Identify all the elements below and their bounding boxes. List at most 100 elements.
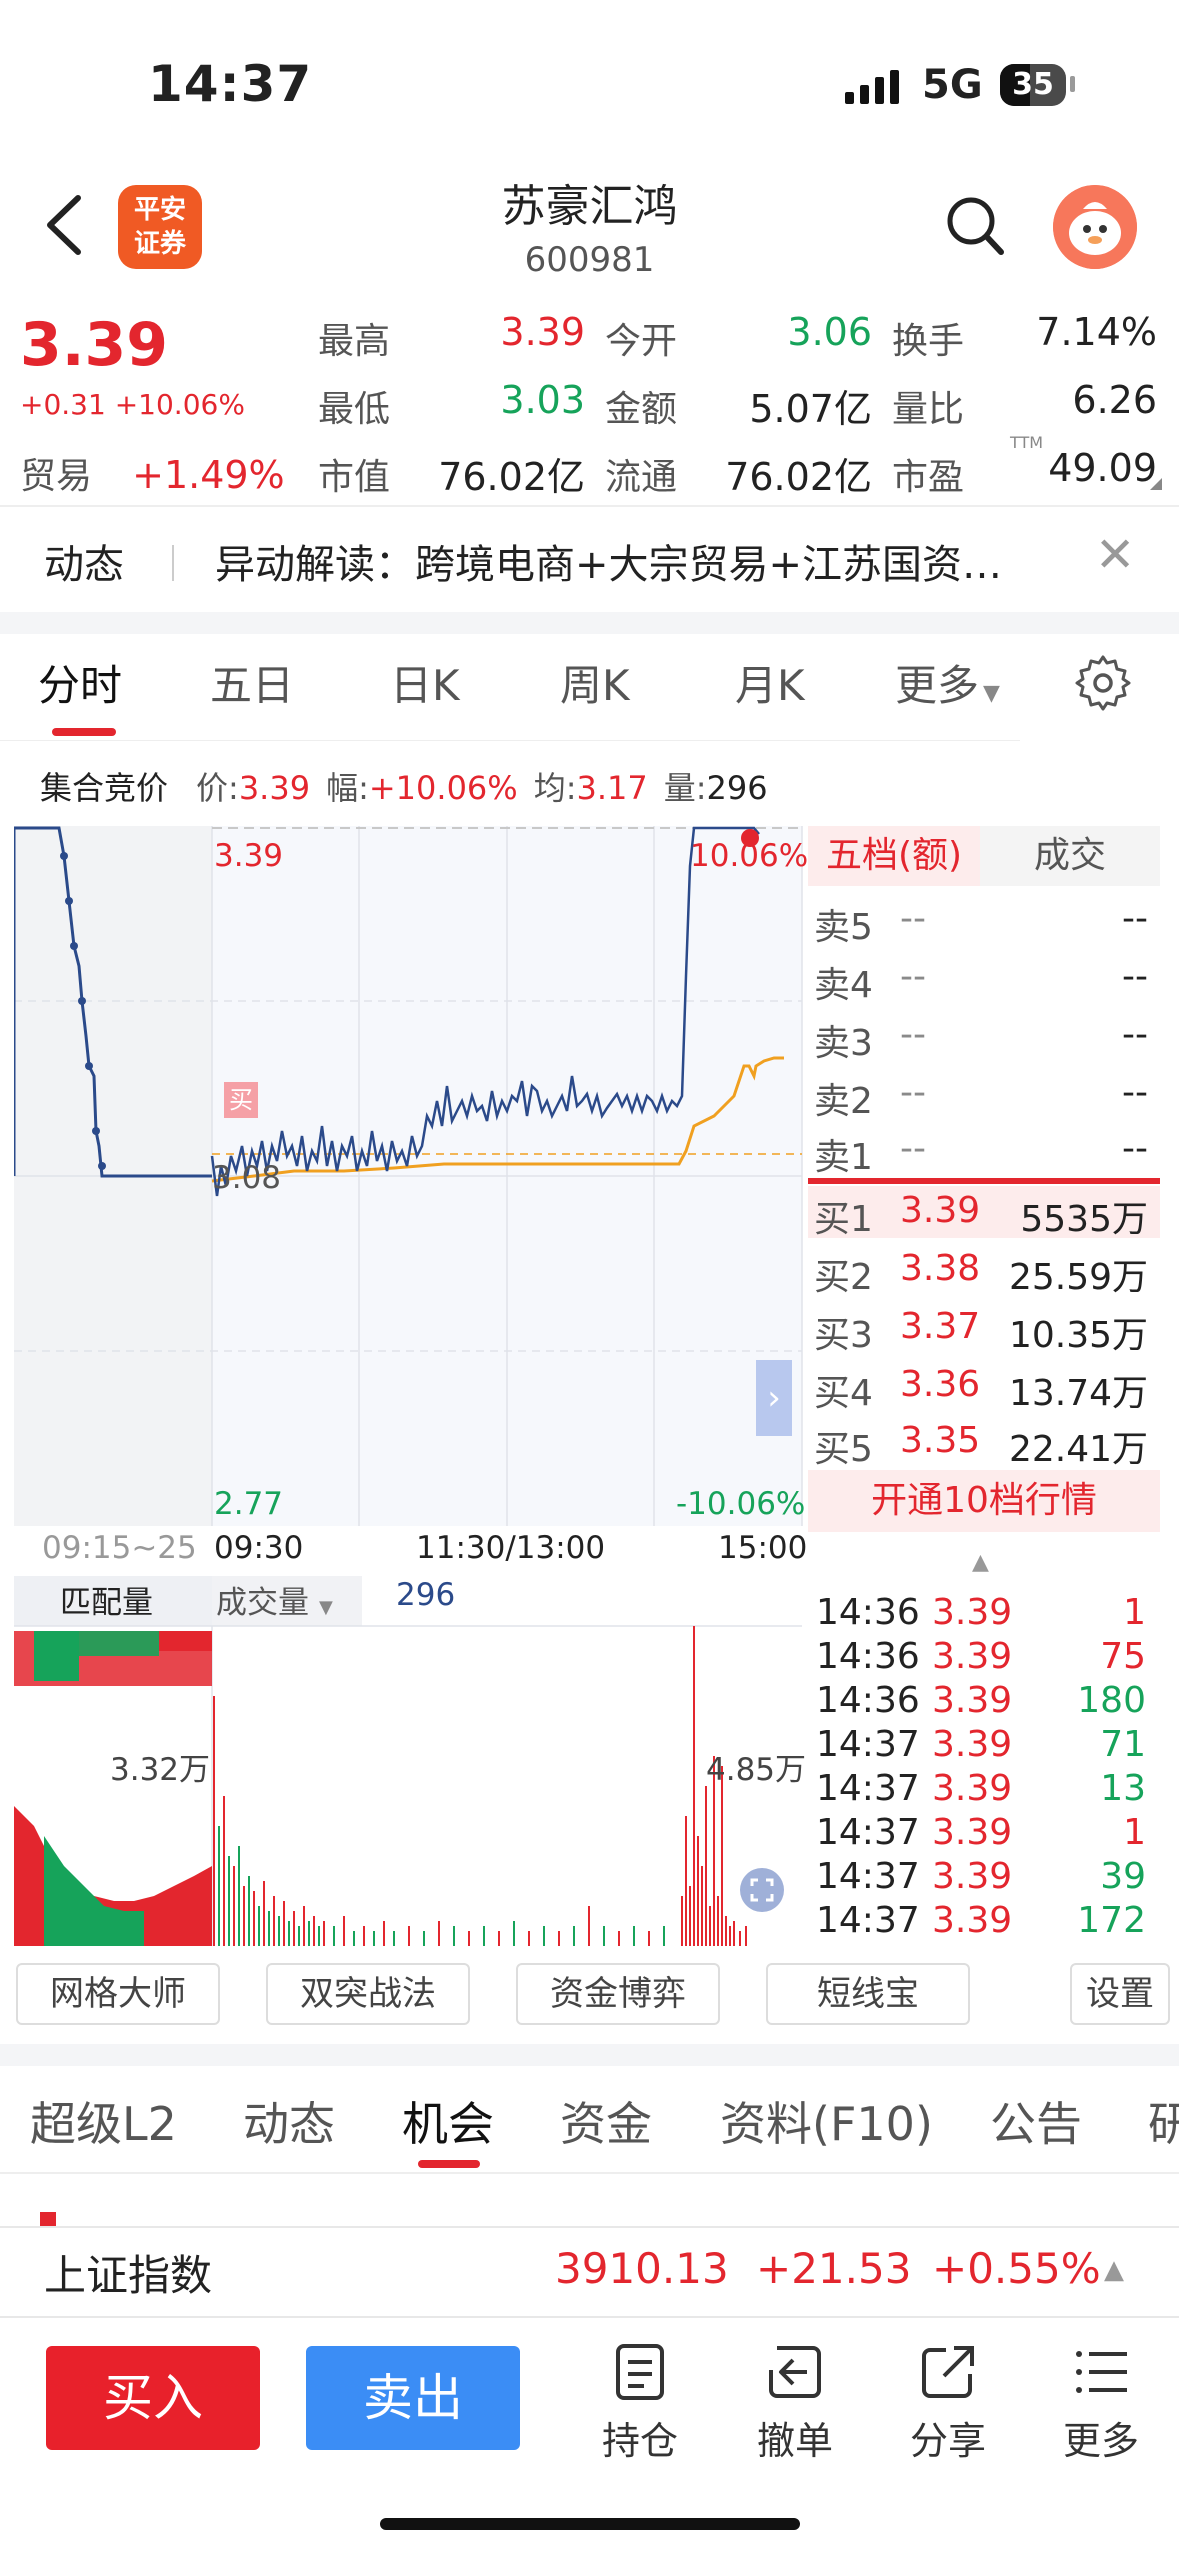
divider — [172, 545, 174, 581]
float-cap-label: 流通 — [605, 457, 678, 498]
tab-daily-k[interactable]: 日K — [390, 652, 460, 713]
volume-value: 296 — [396, 1577, 456, 1613]
tick-row: 14:37 3.39 1 — [808, 1812, 1160, 1856]
avg-label: 均: — [533, 769, 577, 807]
tick-price: 3.39 — [932, 1636, 1013, 1677]
tick-price: 3.39 — [932, 1592, 1013, 1633]
chart-bottom-price: 2.77 — [214, 1486, 284, 1522]
tick-vol: 71 — [1100, 1724, 1146, 1765]
ask-vol: -- — [1122, 1128, 1148, 1169]
index-pct: +0.55% — [932, 2244, 1101, 2293]
bid-price: 3.38 — [900, 1248, 981, 1289]
tab-underline — [52, 728, 116, 736]
tick-row: 14:36 3.39 1 — [808, 1592, 1160, 1636]
high-value: 3.39 — [500, 310, 585, 354]
close-icon[interactable]: ✕ — [1095, 527, 1135, 583]
ask-vol: -- — [1122, 1014, 1148, 1055]
gear-icon[interactable] — [1075, 655, 1131, 711]
ask-vol: -- — [1122, 1072, 1148, 1113]
vol-label: 量: — [663, 769, 707, 807]
bid-vol: 13.74万 — [1008, 1373, 1148, 1414]
buy-button[interactable]: 买入 — [46, 2346, 260, 2450]
tick-row: 14:37 3.39 13 — [808, 1768, 1160, 1812]
settings-button[interactable]: 设置 — [1070, 1963, 1170, 2025]
index-value: 3910.13 — [555, 2244, 729, 2293]
tab-five-level[interactable]: 五档(额) — [808, 826, 980, 886]
tab-news[interactable]: 动态 — [243, 2088, 335, 2154]
tab-opportunity[interactable]: 机会 — [402, 2088, 494, 2154]
volume-type-label: 成交量 — [216, 1585, 309, 1621]
tab-trades[interactable]: 成交 — [980, 826, 1160, 886]
capital-game-button[interactable]: 资金博弈 — [516, 1963, 720, 2025]
index-change: +21.53 — [756, 2244, 912, 2293]
bid-row: 买5 3.35 22.41万 — [808, 1414, 1160, 1472]
turnover-label: 换手 — [892, 321, 965, 362]
index-name: 上证指数 — [44, 2251, 213, 2300]
tab-announcements[interactable]: 公告 — [990, 2088, 1082, 2154]
more-button[interactable]: 更多 — [1046, 2340, 1156, 2465]
ask-row: 卖2 -- -- — [808, 1066, 1160, 1124]
ask-label: 卖1 — [814, 1137, 873, 1178]
divider — [0, 740, 1020, 741]
grid-master-button[interactable]: 网格大师 — [16, 1963, 220, 2025]
tab-intraday[interactable]: 分时 — [38, 652, 122, 713]
tab-super-l2[interactable]: 超级L2 — [30, 2088, 177, 2154]
cancel-order-button[interactable]: 撤单 — [740, 2340, 850, 2465]
pe-label: 市盈 — [892, 457, 965, 498]
tab-weekly-k[interactable]: 周K — [560, 652, 630, 713]
chart-top-pct: 10.06% — [690, 838, 809, 874]
holdings-button[interactable]: 持仓 — [585, 2340, 695, 2465]
home-indicator[interactable] — [380, 2518, 800, 2530]
chevron-down-icon: ▼ — [319, 1597, 333, 1618]
sell-button[interactable]: 卖出 — [306, 2346, 520, 2450]
expand-icon[interactable] — [740, 1868, 784, 1912]
tab-five-day[interactable]: 五日 — [210, 652, 294, 713]
section-gap — [0, 2044, 1179, 2066]
ask-price: -- — [900, 1014, 926, 1055]
volume-ratio-label: 量比 — [892, 389, 965, 430]
bid-row: 买1 3.39 5535万 — [808, 1184, 1160, 1242]
tick-vol: 172 — [1077, 1900, 1146, 1941]
bid-price: 3.37 — [900, 1306, 981, 1347]
undo-icon — [769, 2346, 821, 2398]
ask-vol: -- — [1122, 898, 1148, 939]
tab-monthly-k[interactable]: 月K — [735, 652, 805, 713]
sector-info[interactable]: 贸易 +1.49% — [20, 447, 285, 499]
bid-label: 买3 — [814, 1315, 873, 1356]
tab-more[interactable]: 更多 ▼ — [895, 652, 1000, 713]
expand-up-icon[interactable]: ▲ — [972, 1550, 989, 1575]
ask-row: 卖3 -- -- — [808, 1008, 1160, 1066]
divider — [0, 2316, 1179, 2318]
buy-marker[interactable]: 买 — [224, 1082, 258, 1118]
low-value: 3.03 — [500, 378, 585, 422]
tick-price: 3.39 — [932, 1856, 1013, 1897]
news-text[interactable]: 异动解读：跨境电商+大宗贸易+江苏国资… — [215, 532, 1002, 590]
tab-profile-f10[interactable]: 资料(F10) — [720, 2088, 933, 2154]
market-cap-value: 76.02亿 — [438, 455, 585, 499]
expand-up-icon[interactable]: ▲ — [1104, 2255, 1124, 2285]
ask-row: 卖4 -- -- — [808, 950, 1160, 1008]
double-breakout-button[interactable]: 双突战法 — [266, 1963, 470, 2025]
auction-label: 集合竞价 — [40, 769, 169, 807]
amp-value: +10.06% — [368, 769, 518, 807]
tick-price: 3.39 — [932, 1680, 1013, 1721]
chart-bottom-pct: -10.06% — [676, 1486, 806, 1522]
divider — [0, 2172, 1179, 2174]
tick-row: 14:36 3.39 180 — [808, 1680, 1160, 1724]
share-button[interactable]: 分享 — [893, 2340, 1003, 2465]
status-time: 14:37 — [148, 55, 313, 113]
open-label: 今开 — [605, 321, 678, 362]
search-icon[interactable] — [945, 195, 1005, 257]
chevron-right-icon[interactable]: › — [756, 1360, 792, 1436]
assistant-avatar-icon[interactable] — [1053, 185, 1137, 269]
volume-type-select[interactable]: 成交量 ▼ — [216, 1577, 333, 1622]
tab-more-label: 更多 — [895, 661, 980, 710]
tab-capital[interactable]: 资金 — [560, 2088, 652, 2154]
ask-label: 卖4 — [814, 965, 873, 1006]
open-10-level-button[interactable]: 开通10档行情 — [808, 1470, 1160, 1532]
tab-research[interactable]: 研 — [1148, 2088, 1179, 2154]
current-price: 3.39 — [20, 310, 169, 380]
bid-vol: 5535万 — [1020, 1199, 1148, 1240]
short-line-button[interactable]: 短线宝 — [766, 1963, 970, 2025]
ask-price: -- — [900, 898, 926, 939]
